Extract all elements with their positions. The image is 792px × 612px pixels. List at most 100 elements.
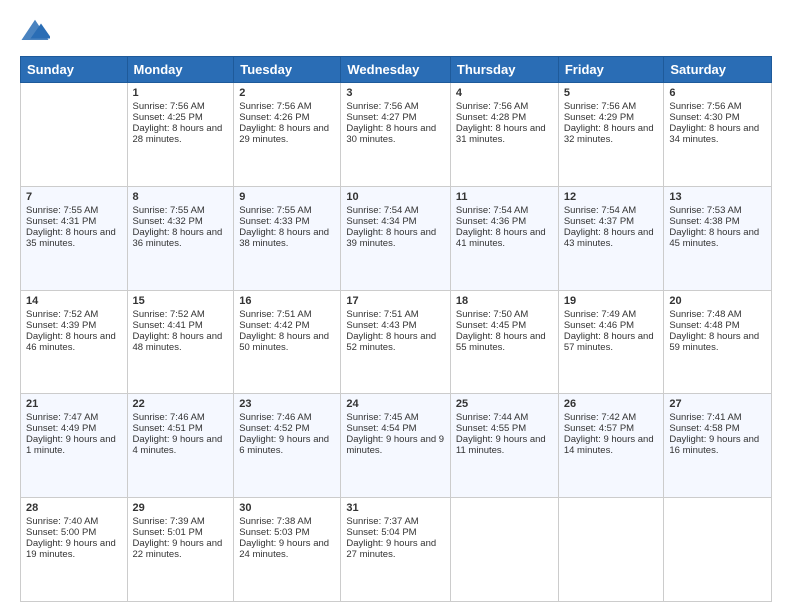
sunrise-text: Sunrise: 7:56 AM xyxy=(456,101,553,112)
sunset-text: Sunset: 4:26 PM xyxy=(239,112,335,123)
daylight-text: Daylight: 9 hours and 14 minutes. xyxy=(564,434,659,456)
sunrise-text: Sunrise: 7:44 AM xyxy=(456,412,553,423)
day-cell: 25Sunrise: 7:44 AMSunset: 4:55 PMDayligh… xyxy=(450,394,558,498)
sunset-text: Sunset: 4:39 PM xyxy=(26,320,122,331)
weekday-header-row: SundayMondayTuesdayWednesdayThursdayFrid… xyxy=(21,57,772,83)
daylight-text: Daylight: 8 hours and 32 minutes. xyxy=(564,123,659,145)
daylight-text: Daylight: 8 hours and 34 minutes. xyxy=(669,123,766,145)
weekday-header-wednesday: Wednesday xyxy=(341,57,451,83)
sunrise-text: Sunrise: 7:54 AM xyxy=(346,205,445,216)
sunset-text: Sunset: 4:55 PM xyxy=(456,423,553,434)
day-cell: 9Sunrise: 7:55 AMSunset: 4:33 PMDaylight… xyxy=(234,186,341,290)
daylight-text: Daylight: 8 hours and 31 minutes. xyxy=(456,123,553,145)
day-number: 10 xyxy=(346,191,445,203)
day-cell: 15Sunrise: 7:52 AMSunset: 4:41 PMDayligh… xyxy=(127,290,234,394)
day-cell: 31 Sunrise: 7:37 AMSunset: 5:04 PMDayligh… xyxy=(341,498,451,602)
header xyxy=(20,16,772,46)
day-number: 8 xyxy=(133,191,229,203)
day-number: 29 xyxy=(133,502,229,514)
weekday-header-sunday: Sunday xyxy=(21,57,128,83)
sunrise-text: Sunrise: 7:38 AM xyxy=(239,516,335,527)
sunrise-text: Sunrise: 7:41 AM xyxy=(669,412,766,423)
sunset-text: Sunset: 4:54 PM xyxy=(346,423,445,434)
day-number: 19 xyxy=(564,295,659,307)
daylight-text: Daylight: 8 hours and 59 minutes. xyxy=(669,331,766,353)
day-number: 14 xyxy=(26,295,122,307)
day-cell: 4Sunrise: 7:56 AMSunset: 4:28 PMDaylight… xyxy=(450,83,558,187)
day-cell: 18Sunrise: 7:50 AMSunset: 4:45 PMDayligh… xyxy=(450,290,558,394)
day-cell: 20Sunrise: 7:48 AMSunset: 4:48 PMDayligh… xyxy=(664,290,772,394)
daylight-text: Daylight: 8 hours and 48 minutes. xyxy=(133,331,229,353)
day-cell: 2Sunrise: 7:56 AMSunset: 4:26 PMDaylight… xyxy=(234,83,341,187)
day-cell: 26Sunrise: 7:42 AMSunset: 4:57 PMDayligh… xyxy=(558,394,664,498)
day-cell: 8Sunrise: 7:55 AMSunset: 4:32 PMDaylight… xyxy=(127,186,234,290)
day-cell: 28Sunrise: 7:40 AMSunset: 5:00 PMDayligh… xyxy=(21,498,128,602)
sunset-text: Sunset: 4:49 PM xyxy=(26,423,122,434)
daylight-text: Daylight: 8 hours and 39 minutes. xyxy=(346,227,445,249)
day-number: 26 xyxy=(564,398,659,410)
sunrise-text: Sunrise: 7:40 AM xyxy=(26,516,122,527)
daylight-text: Daylight: 9 hours and 11 minutes. xyxy=(456,434,553,456)
day-number: 7 xyxy=(26,191,122,203)
daylight-text: Daylight: 8 hours and 45 minutes. xyxy=(669,227,766,249)
daylight-text: Daylight: 9 hours and 9 minutes. xyxy=(346,434,445,456)
sunrise-text: Sunrise: 7:52 AM xyxy=(133,309,229,320)
daylight-text: Daylight: 9 hours and 1 minute. xyxy=(26,434,122,456)
daylight-text: Daylight: 9 hours and 22 minutes. xyxy=(133,538,229,560)
sunset-text: Sunset: 4:38 PM xyxy=(669,216,766,227)
sunset-text: Sunset: 4:45 PM xyxy=(456,320,553,331)
day-cell: 23Sunrise: 7:46 AMSunset: 4:52 PMDayligh… xyxy=(234,394,341,498)
day-cell: 14Sunrise: 7:52 AMSunset: 4:39 PMDayligh… xyxy=(21,290,128,394)
sunrise-text: Sunrise: 7:37 AM xyxy=(346,516,445,527)
day-number: 11 xyxy=(456,191,553,203)
weekday-header-thursday: Thursday xyxy=(450,57,558,83)
sunset-text: Sunset: 5:04 PM xyxy=(346,527,445,538)
sunset-text: Sunset: 4:30 PM xyxy=(669,112,766,123)
sunrise-text: Sunrise: 7:54 AM xyxy=(564,205,659,216)
day-number: 1 xyxy=(133,87,229,99)
weekday-header-monday: Monday xyxy=(127,57,234,83)
daylight-text: Daylight: 8 hours and 43 minutes. xyxy=(564,227,659,249)
day-number: 12 xyxy=(564,191,659,203)
day-cell: 6Sunrise: 7:56 AMSunset: 4:30 PMDaylight… xyxy=(664,83,772,187)
sunset-text: Sunset: 4:43 PM xyxy=(346,320,445,331)
sunset-text: Sunset: 5:03 PM xyxy=(239,527,335,538)
daylight-text: Daylight: 8 hours and 28 minutes. xyxy=(133,123,229,145)
day-number: 23 xyxy=(239,398,335,410)
daylight-text: Daylight: 9 hours and 4 minutes. xyxy=(133,434,229,456)
sunrise-text: Sunrise: 7:51 AM xyxy=(346,309,445,320)
daylight-text: Daylight: 9 hours and 27 minutes. xyxy=(346,538,445,560)
week-row-3: 14 Sunrise: 7:52 AM Sunset: 4:39 PM Dayligh… xyxy=(21,290,772,394)
day-number: 5 xyxy=(564,87,659,99)
day-cell: 24Sunrise: 7:45 AMSunset: 4:54 PMDayligh… xyxy=(341,394,451,498)
daylight-text: Daylight: 9 hours and 16 minutes. xyxy=(669,434,766,456)
daylight-text: Daylight: 8 hours and 55 minutes. xyxy=(456,331,553,353)
day-number: 2 xyxy=(239,87,335,99)
sunrise-text: Sunrise: 7:55 AM xyxy=(239,205,335,216)
sunrise-text: Sunrise: 7:54 AM xyxy=(456,205,553,216)
logo xyxy=(20,16,56,46)
sunrise-text: Sunrise: 7:49 AM xyxy=(564,309,659,320)
day-cell: 17Sunrise: 7:51 AMSunset: 4:43 PMDayligh… xyxy=(341,290,451,394)
sunset-text: Sunset: 4:33 PM xyxy=(239,216,335,227)
weekday-header-saturday: Saturday xyxy=(664,57,772,83)
daylight-text: Daylight: 9 hours and 24 minutes. xyxy=(239,538,335,560)
sunrise-text: Sunrise: 7:51 AM xyxy=(239,309,335,320)
day-number: 22 xyxy=(133,398,229,410)
sunrise-text: Sunrise: 7:56 AM xyxy=(346,101,445,112)
weekday-header-friday: Friday xyxy=(558,57,664,83)
sunrise-text: Sunrise: 7:55 AM xyxy=(26,205,122,216)
day-number: 9 xyxy=(239,191,335,203)
day-number: 31 xyxy=(346,502,445,514)
weekday-header-tuesday: Tuesday xyxy=(234,57,341,83)
sunrise-text: Sunrise: 7:56 AM xyxy=(133,101,229,112)
day-number: 18 xyxy=(456,295,553,307)
day-cell xyxy=(558,498,664,602)
day-number: 27 xyxy=(669,398,766,410)
daylight-text: Daylight: 8 hours and 50 minutes. xyxy=(239,331,335,353)
day-number: 24 xyxy=(346,398,445,410)
day-number: 3 xyxy=(346,87,445,99)
sunrise-text: Sunrise: 7:56 AM xyxy=(564,101,659,112)
sunrise-text: Sunrise: 7:56 AM xyxy=(239,101,335,112)
daylight-text: Daylight: 8 hours and 57 minutes. xyxy=(564,331,659,353)
